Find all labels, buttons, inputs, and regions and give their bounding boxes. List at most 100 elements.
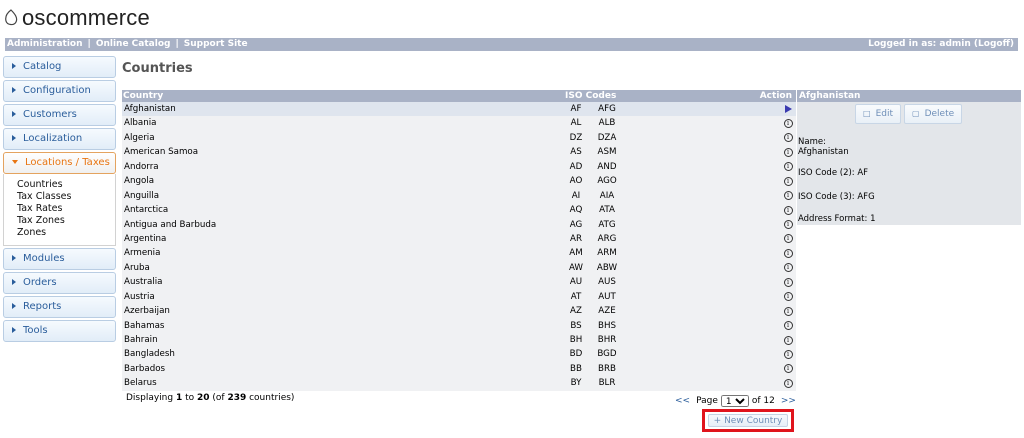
info-icon[interactable]: i bbox=[782, 203, 794, 217]
iso-code-3: AZE bbox=[598, 306, 616, 317]
iso-code-2: AU bbox=[569, 277, 583, 288]
display-count: Displaying 1 to 20 (of 239 countries) bbox=[126, 393, 295, 403]
delete-button[interactable]: ▢ Delete bbox=[904, 104, 963, 124]
sidebar-item-catalog[interactable]: Catalog bbox=[3, 56, 116, 78]
pager-prev-link[interactable]: << bbox=[675, 396, 690, 406]
table-row[interactable]: Belarus BY BLR i bbox=[122, 376, 796, 390]
table-row[interactable]: American Samoa AS ASM i bbox=[122, 145, 796, 159]
iso-code-3: BGD bbox=[597, 349, 617, 360]
info-icon[interactable]: i bbox=[782, 131, 794, 145]
info-icon[interactable]: i bbox=[782, 116, 794, 130]
edit-button[interactable]: □ Edit bbox=[855, 104, 901, 124]
sidebar-item-modules[interactable]: Modules bbox=[3, 248, 116, 270]
table-row[interactable]: Argentina AR ARG i bbox=[122, 232, 796, 246]
info-icon[interactable]: i bbox=[782, 347, 794, 361]
iso-code-2: AS bbox=[570, 147, 582, 158]
country-name: Bahamas bbox=[124, 320, 165, 331]
brand-logo[interactable]: oscommerce bbox=[4, 4, 150, 32]
iso-code-2: AW bbox=[568, 262, 584, 273]
iso2-line: ISO Code (2): AF bbox=[798, 168, 869, 178]
info-icon-glyph: i bbox=[783, 248, 793, 258]
country-name: Afghanistan bbox=[124, 104, 176, 114]
table-row[interactable]: Angola AO AGO i bbox=[122, 174, 796, 188]
iso-code-3: ATG bbox=[598, 219, 616, 230]
edit-icon: □ bbox=[863, 109, 871, 118]
country-name: Bangladesh bbox=[124, 349, 175, 360]
submenu-item-tax-rates[interactable]: Tax Rates bbox=[17, 203, 115, 215]
caret-right-icon bbox=[12, 255, 16, 261]
submenu-item-tax-zones[interactable]: Tax Zones bbox=[17, 215, 115, 227]
topnav-link-online-catalog[interactable]: Online Catalog bbox=[96, 39, 171, 49]
info-icon[interactable]: i bbox=[782, 218, 794, 232]
info-icon[interactable]: i bbox=[782, 333, 794, 347]
caret-down-icon bbox=[12, 160, 18, 164]
iso-code-2: AZ bbox=[570, 306, 582, 317]
iso-code-2: AF bbox=[570, 104, 582, 114]
table-row[interactable]: Australia AU AUS i bbox=[122, 275, 796, 289]
iso-code-2: BS bbox=[570, 320, 582, 331]
info-icon[interactable]: i bbox=[782, 290, 794, 304]
column-header-country: Country bbox=[123, 91, 164, 101]
top-nav-bar: Administration | Online Catalog | Support Si… bbox=[5, 38, 1018, 51]
info-icon[interactable]: i bbox=[782, 189, 794, 203]
page-title: Countries bbox=[122, 61, 193, 76]
country-name: Angola bbox=[124, 176, 155, 187]
sidebar-item-reports[interactable]: Reports bbox=[3, 296, 116, 318]
info-icon[interactable]: i bbox=[782, 232, 794, 246]
table-row[interactable]: Algeria DZ DZA i bbox=[122, 131, 796, 145]
iso-code-2: AG bbox=[569, 219, 583, 230]
page-select[interactable]: 1 bbox=[720, 395, 749, 407]
new-country-button[interactable]: + New Country bbox=[708, 414, 788, 427]
country-name: Algeria bbox=[124, 132, 155, 143]
table-row[interactable]: Andorra AD AND i bbox=[122, 160, 796, 174]
table-row[interactable]: Anguilla AI AIA i bbox=[122, 189, 796, 203]
topnav-link-support-site[interactable]: Support Site bbox=[184, 39, 248, 49]
country-name: Belarus bbox=[124, 378, 157, 389]
info-icon-glyph: i bbox=[783, 364, 793, 374]
info-icon[interactable]: i bbox=[782, 304, 794, 318]
table-row[interactable]: Armenia AM ARM i bbox=[122, 246, 796, 260]
column-header-iso-codes: ISO Codes bbox=[565, 91, 617, 101]
iso-code-2: BD bbox=[569, 349, 583, 360]
table-row[interactable]: Bangladesh BD BGD i bbox=[122, 347, 796, 361]
pager-of-label: of 12 bbox=[751, 396, 775, 406]
info-icon[interactable]: i bbox=[782, 174, 794, 188]
sidebar-item-orders[interactable]: Orders bbox=[3, 272, 116, 294]
topnav-link-administration[interactable]: Administration bbox=[7, 39, 83, 49]
table-row[interactable]: Bahamas BS BHS i bbox=[122, 319, 796, 333]
submenu-item-zones[interactable]: Zones bbox=[17, 227, 115, 239]
info-panel: □ Edit ▢ Delete Name: Afghanistan ISO Code… bbox=[797, 102, 1021, 225]
info-icon[interactable]: i bbox=[782, 319, 794, 333]
caret-right-icon bbox=[12, 279, 16, 285]
table-row[interactable]: Antigua and Barbuda AG ATG i bbox=[122, 218, 796, 232]
info-icon[interactable]: i bbox=[782, 261, 794, 275]
sidebar-item-tools[interactable]: Tools bbox=[3, 320, 116, 342]
trash-icon: ▢ bbox=[912, 109, 920, 118]
info-panel-title: Afghanistan bbox=[797, 90, 1021, 102]
pager-next-link[interactable]: >> bbox=[781, 396, 796, 406]
table-row[interactable]: Bahrain BH BHR i bbox=[122, 333, 796, 347]
info-icon[interactable]: i bbox=[782, 145, 794, 159]
logged-in-status[interactable]: Logged in as: admin (Logoff) bbox=[868, 38, 1014, 51]
table-row[interactable]: Barbados BB BRB i bbox=[122, 362, 796, 376]
table-row[interactable]: Azerbaijan AZ AZE i bbox=[122, 304, 796, 318]
info-icon[interactable]: i bbox=[782, 376, 794, 390]
table-row[interactable]: Antarctica AQ ATA i bbox=[122, 203, 796, 217]
table-row[interactable]: Aruba AW ABW i bbox=[122, 261, 796, 275]
sidebar-item-customers[interactable]: Customers bbox=[3, 104, 116, 126]
table-row[interactable]: Austria AT AUT i bbox=[122, 290, 796, 304]
sidebar-item-locations-taxes[interactable]: Locations / Taxes bbox=[3, 152, 116, 174]
info-icon[interactable]: i bbox=[782, 275, 794, 289]
iso-code-3: ABW bbox=[596, 262, 618, 273]
submenu-item-countries[interactable]: Countries bbox=[17, 179, 115, 191]
info-icon[interactable]: i bbox=[782, 160, 794, 174]
submenu-item-tax-classes[interactable]: Tax Classes bbox=[17, 191, 115, 203]
table-row[interactable]: Albania AL ALB i bbox=[122, 116, 796, 130]
sidebar-item-localization[interactable]: Localization bbox=[3, 128, 116, 150]
table-row[interactable]: Afghanistan AF AFG bbox=[122, 102, 796, 117]
info-icon[interactable]: i bbox=[782, 246, 794, 260]
info-icon[interactable]: i bbox=[782, 362, 794, 376]
sidebar-item-configuration[interactable]: Configuration bbox=[3, 80, 116, 102]
play-icon[interactable] bbox=[782, 102, 794, 116]
plus-icon: + bbox=[713, 416, 722, 426]
